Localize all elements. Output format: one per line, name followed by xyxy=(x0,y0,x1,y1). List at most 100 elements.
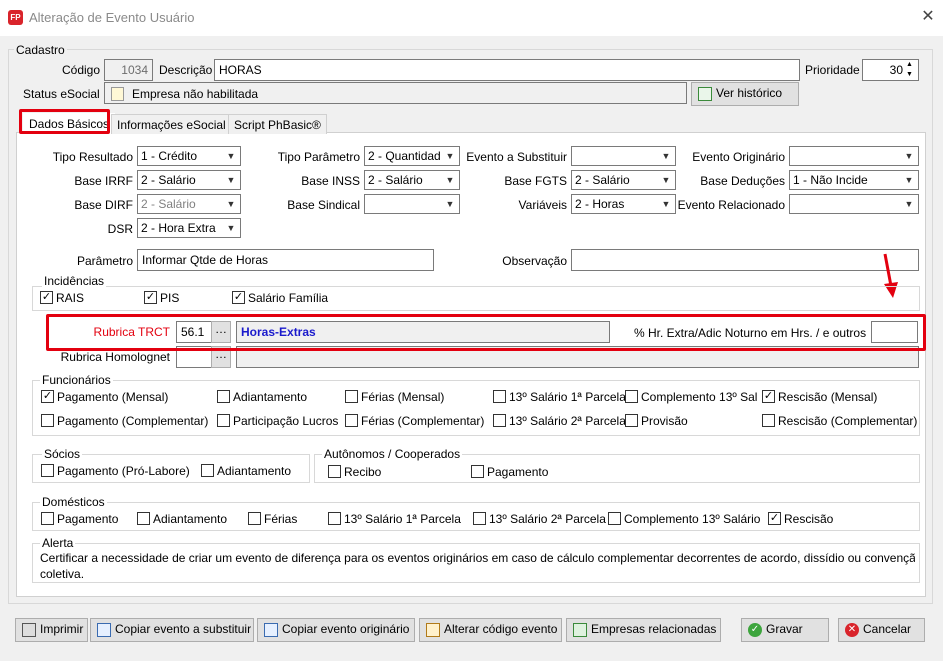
evento-substituir-select[interactable]: ▼ xyxy=(571,146,676,166)
ferias-complementar-checkbox[interactable]: Férias (Complementar) xyxy=(345,413,484,428)
funcionarios-legend: Funcionários xyxy=(40,373,113,387)
recibo-checkbox[interactable]: Recibo xyxy=(328,464,381,479)
dom-pagamento-checkbox[interactable]: Pagamento xyxy=(41,511,118,526)
copiar-originario-label: Copiar evento originário xyxy=(282,622,410,636)
adiantamento-checkbox[interactable]: Adiantamento xyxy=(217,389,307,404)
printer-icon xyxy=(22,622,36,637)
dom-adiantamento-checkbox[interactable]: Adiantamento xyxy=(137,511,227,526)
checkbox-icon: ✓ xyxy=(768,512,781,526)
cadastro-legend: Cadastro xyxy=(14,43,67,57)
dom-rescisao-checkbox[interactable]: ✓ Rescisão xyxy=(768,511,833,526)
dom-13-salario-1-checkbox[interactable]: 13º Salário 1ª Parcela xyxy=(328,511,461,526)
checkbox-icon xyxy=(217,390,230,404)
alerta-text-line1: Certificar a necessidade de criar um eve… xyxy=(40,551,915,565)
socios-adiantamento-label: Adiantamento xyxy=(217,463,292,478)
imprimir-label: Imprimir xyxy=(40,622,84,636)
parametro-field[interactable]: Informar Qtde de Horas xyxy=(137,249,434,271)
alterar-codigo-label: Alterar código evento xyxy=(444,622,558,636)
base-irrf-select[interactable]: 2 - Salário ▼ xyxy=(137,170,241,190)
checkbox-icon xyxy=(608,512,621,526)
gravar-label: Gravar xyxy=(766,622,803,636)
close-icon[interactable]: ✕ xyxy=(918,6,938,28)
copiar-originario-button[interactable]: Copiar evento originário xyxy=(257,618,415,642)
checkbox-icon xyxy=(345,414,358,428)
base-fgts-label: Base FGTS xyxy=(504,174,567,188)
tab-highlight-box xyxy=(19,109,110,134)
descricao-field[interactable]: HORAS xyxy=(214,59,800,81)
empresas-relacionadas-label: Empresas relacionadas xyxy=(591,622,717,636)
13-salario-1-parcela-checkbox[interactable]: 13º Salário 1ª Parcela xyxy=(493,389,626,404)
rais-checkbox[interactable]: ✓ RAIS xyxy=(40,290,84,305)
copiar-substituir-button[interactable]: Copiar evento a substituir xyxy=(90,618,254,642)
evento-substituir-label: Evento a Substituir xyxy=(466,150,567,164)
base-deducoes-value: 1 - Não Incide xyxy=(793,173,868,187)
window-title: Alteração de Evento Usuário xyxy=(29,10,195,25)
evento-relacionado-label: Evento Relacionado xyxy=(677,198,785,212)
dsr-label: DSR xyxy=(107,222,133,236)
evento-originario-select[interactable]: ▼ xyxy=(789,146,919,166)
rescisao-mensal-label: Rescisão (Mensal) xyxy=(778,389,878,404)
tipo-parametro-select[interactable]: 2 - Quantidad ▼ xyxy=(364,146,460,166)
chevron-down-icon: ▼ xyxy=(226,175,236,185)
pis-checkbox[interactable]: ✓ PIS xyxy=(144,290,179,305)
checkbox-icon xyxy=(41,512,54,526)
tipo-resultado-select[interactable]: 1 - Crédito ▼ xyxy=(137,146,241,166)
ferias-mensal-checkbox[interactable]: Férias (Mensal) xyxy=(345,389,444,404)
empresas-relacionadas-button[interactable]: Empresas relacionadas xyxy=(566,618,721,642)
tipo-resultado-value: 1 - Crédito xyxy=(141,149,198,163)
observacao-field[interactable] xyxy=(571,249,919,271)
status-doc-icon xyxy=(111,86,124,101)
dsr-select[interactable]: 2 - Hora Extra ▼ xyxy=(137,218,241,238)
chevron-down-icon: ▼ xyxy=(904,175,914,185)
prioridade-spinner[interactable]: 30 ▲ ▼ xyxy=(862,59,919,81)
codigo-field[interactable]: 1034 xyxy=(104,59,153,81)
imprimir-button[interactable]: Imprimir xyxy=(15,618,88,642)
provisao-checkbox[interactable]: Provisão xyxy=(625,413,688,428)
evento-relacionado-select[interactable]: ▼ xyxy=(789,194,919,214)
base-sindical-select[interactable]: ▼ xyxy=(364,194,460,214)
rescisao-complementar-checkbox[interactable]: Rescisão (Complementar) xyxy=(762,413,917,428)
base-inss-select[interactable]: 2 - Salário ▼ xyxy=(364,170,460,190)
participacao-lucros-label: Participação Lucros xyxy=(233,413,339,428)
complemento-13-sal-checkbox[interactable]: Complemento 13º Sal xyxy=(625,389,757,404)
codigo-label: Código xyxy=(62,63,101,77)
participacao-lucros-checkbox[interactable]: Participação Lucros xyxy=(217,413,338,428)
salario-familia-checkbox[interactable]: ✓ Salário Família xyxy=(232,290,328,305)
socios-adiantamento-checkbox[interactable]: Adiantamento xyxy=(201,463,291,478)
copiar-substituir-label: Copiar evento a substituir xyxy=(115,622,252,636)
rescisao-complementar-label: Rescisão (Complementar) xyxy=(778,413,918,428)
spin-down-icon[interactable]: ▼ xyxy=(906,70,913,80)
dom-rescisao-label: Rescisão xyxy=(784,511,834,526)
base-deducoes-select[interactable]: 1 - Não Incide ▼ xyxy=(789,170,919,190)
autonomos-pagamento-checkbox[interactable]: Pagamento xyxy=(471,464,548,479)
salario-familia-label: Salário Família xyxy=(248,290,329,305)
13-salario-2-parcela-checkbox[interactable]: 13º Salário 2ª Parcela xyxy=(493,413,626,428)
dom-ferias-label: Férias xyxy=(264,511,298,526)
base-deducoes-label: Base Deduções xyxy=(700,174,785,188)
checkbox-icon xyxy=(248,512,261,526)
dom-13-salario-2-checkbox[interactable]: 13º Salário 2ª Parcela xyxy=(473,511,606,526)
prioridade-label: Prioridade xyxy=(805,63,860,77)
spin-up-icon[interactable]: ▲ xyxy=(906,60,913,70)
checkbox-icon xyxy=(217,414,230,428)
alerta-legend: Alerta xyxy=(40,536,76,550)
gravar-button[interactable]: ✓ Gravar xyxy=(741,618,829,642)
rescisao-mensal-checkbox[interactable]: ✓ Rescisão (Mensal) xyxy=(762,389,877,404)
variaveis-select[interactable]: 2 - Horas ▼ xyxy=(571,194,676,214)
checkbox-icon: ✓ xyxy=(232,291,245,305)
pagamento-pro-labore-checkbox[interactable]: Pagamento (Pró-Labore) xyxy=(41,463,190,478)
base-fgts-select[interactable]: 2 - Salário ▼ xyxy=(571,170,676,190)
cancelar-button[interactable]: ✕ Cancelar xyxy=(838,618,925,642)
tab-informacoes-esocial[interactable]: Informações eSocial xyxy=(111,114,232,134)
tab-script-phbasic[interactable]: Script PhBasic® xyxy=(228,114,327,134)
base-dirf-label: Base DIRF xyxy=(74,198,133,212)
pagamento-mensal-checkbox[interactable]: ✓ Pagamento (Mensal) xyxy=(41,389,168,404)
descricao-label: Descrição xyxy=(159,63,213,77)
pagamento-complementar-checkbox[interactable]: Pagamento (Complementar) xyxy=(41,413,208,428)
ver-historico-button[interactable]: Ver histórico xyxy=(691,82,799,106)
dom-ferias-checkbox[interactable]: Férias xyxy=(248,511,297,526)
dom-complemento-13-checkbox[interactable]: Complemento 13º Salário xyxy=(608,511,760,526)
alterar-codigo-button[interactable]: Alterar código evento xyxy=(419,618,562,642)
dom-13-salario-2-label: 13º Salário 2ª Parcela xyxy=(489,511,606,526)
domesticos-legend: Domésticos xyxy=(40,495,107,509)
